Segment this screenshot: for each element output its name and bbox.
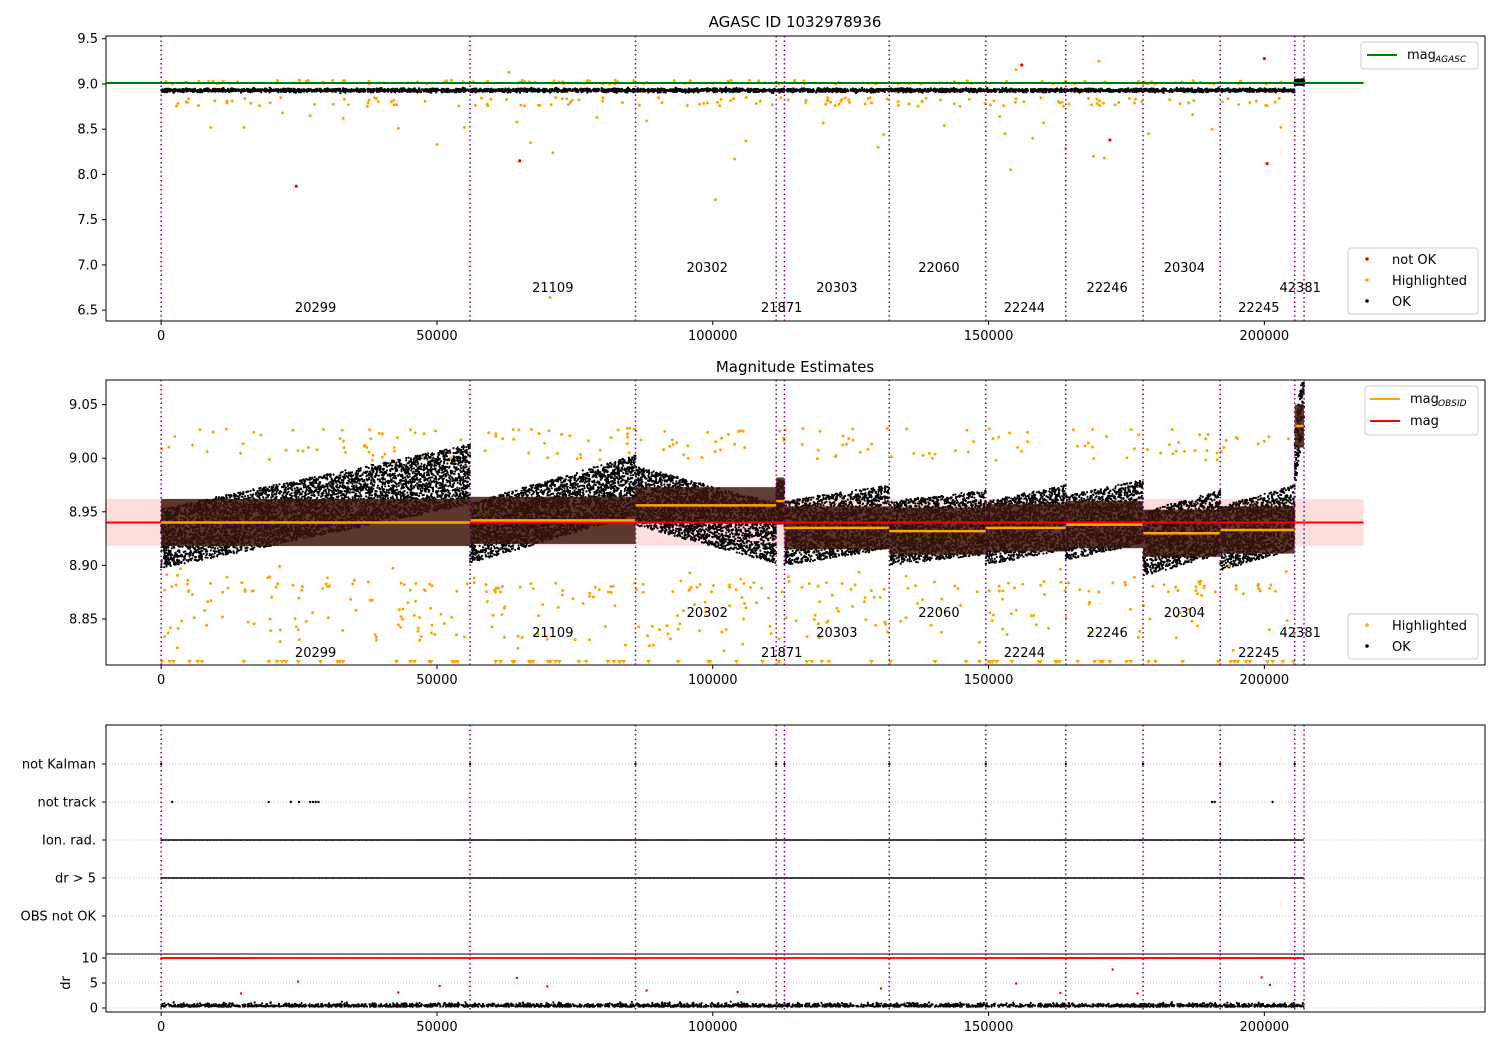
estimates-panel-obsid-label: 20299 [295,646,336,661]
agasc-panel-xtick-label: 0 [157,329,165,344]
legend-label: not OK [1392,253,1437,268]
dr-panel-xtick-label: 200000 [1240,1020,1290,1035]
legend-point-status: not OK Highlighted OK [1347,247,1479,315]
estimates-panel-xtick-label: 150000 [964,673,1014,688]
estimates-panel-ytick-label: 8.90 [69,559,98,574]
dr-gt5-points [160,877,1304,879]
dr-panel-ytick-label: 10 [81,952,98,967]
dr-panel-xtick-label: 150000 [964,1020,1014,1035]
legend-label-mag: mag [1410,392,1439,407]
chart-title-agasc: AGASC ID 1032978936 [709,13,882,31]
estimates-panel-ytick-label: 8.85 [69,612,98,627]
figure: AGASC ID 1032978936 Magnitude Estimates … [0,0,1500,1050]
flag-label: not Kalman [22,758,96,773]
estimates-panel-ytick-label: 9.05 [69,398,98,413]
legend-marker [1365,299,1369,303]
estimates-panel-xtick-label: 50000 [416,673,457,688]
ion-rad-points [160,839,1304,841]
estimates-panel-ytick-label: 9.00 [69,452,98,467]
dr-clipped-points [160,957,1305,960]
legend-label: Highlighted [1392,619,1467,634]
flag-label: OBS not OK [21,910,97,925]
estimates-panel-ytick-label: 8.95 [69,505,98,520]
legend-mag-agasc: mag AGASC [1360,41,1479,70]
agasc-panel-obsid-label: 42381 [1280,281,1321,296]
legend-label: OK [1392,295,1411,310]
agasc-panel-obsid-label: 22246 [1086,281,1127,296]
agasc-panel-obsid-label: 21109 [532,281,573,296]
agasc-panel-ytick-label: 9.0 [77,77,98,92]
legend-point-status: Highlighted OK [1347,613,1479,660]
estimates-panel-obsid-label: 42381 [1280,626,1321,641]
agasc-panel-obsid-label: 20302 [687,261,728,276]
agasc-panel-xtick-label: 200000 [1240,329,1290,344]
estimates-panel-obsid-label: 20302 [687,606,728,621]
flag-label: Ion. rad. [42,834,96,849]
estimates-panel-obsid-label: 22245 [1238,646,1279,661]
agasc-panel-obsid-label: 20304 [1164,261,1205,276]
legend-label: OK [1392,640,1411,655]
agasc-panel-obsid-label: 22244 [1004,301,1045,316]
dr-panel-xtick-label: 50000 [416,1020,457,1035]
agasc-panel-obsid-label: 22245 [1238,301,1279,316]
estimates-panel-obsid-label: 21871 [761,646,802,661]
flag-label: dr > 5 [55,872,96,887]
flag-label: not track [37,796,96,811]
agasc-panel-xtick-label: 100000 [688,329,738,344]
agasc-panel-obsid-label: 21871 [761,301,802,316]
dr-panel-ytick-label: 0 [90,1002,98,1017]
dr-axis-label: dr [59,976,74,990]
agasc-panel-obsid-label: 22060 [918,261,959,276]
agasc-panel-obsid-label: 20299 [295,301,336,316]
dr-panel-xtick-label: 100000 [688,1020,738,1035]
estimates-panel-xtick-label: 0 [157,673,165,688]
agasc-panel-xtick-label: 150000 [964,329,1014,344]
dr-panel-xtick-label: 0 [157,1020,165,1035]
estimates-panel-obsid-label: 22060 [918,606,959,621]
agasc-panel-obsid-label: 20303 [816,281,857,296]
legend-label-subscript: OBSID [1438,399,1467,409]
legend-label-agasc-subscript: AGASC [1434,55,1467,65]
legend-label: Highlighted [1392,274,1467,289]
estimates-panel-xtick-label: 100000 [688,673,738,688]
legend-marker [1365,644,1369,648]
agasc-panel-ytick-label: 6.5 [77,304,98,319]
estimates-panel-obsid-label: 22244 [1004,646,1045,661]
estimates-panel-obsid-label: 20303 [816,626,857,641]
legend-marker [1365,257,1369,261]
agasc-panel-ytick-label: 9.5 [77,32,98,47]
estimates-panel-xtick-label: 200000 [1240,673,1290,688]
agasc-panel-ytick-label: 8.0 [77,168,98,183]
agasc-panel-xtick-label: 50000 [416,329,457,344]
legend-label-mag: mag [1407,48,1436,63]
estimates-panel-obsid-label: 20304 [1164,606,1205,621]
agasc-panel-ytick-label: 7.0 [77,258,98,273]
legend-marker [1365,623,1369,627]
legend-label-mag: mag [1410,414,1439,429]
agasc-panel-ytick-label: 8.5 [77,123,98,138]
estimates-panel-obsid-label: 22246 [1086,626,1127,641]
legend-marker [1365,278,1369,282]
estimates-panel-obsid-label: 21109 [532,626,573,641]
chart-title-magnitude-estimates: Magnitude Estimates [716,358,874,376]
agasc-panel-ytick-label: 7.5 [77,213,98,228]
dr-panel-ytick-label: 5 [90,977,98,992]
legend-mag-lines: mag OBSIDmag [1364,385,1479,436]
